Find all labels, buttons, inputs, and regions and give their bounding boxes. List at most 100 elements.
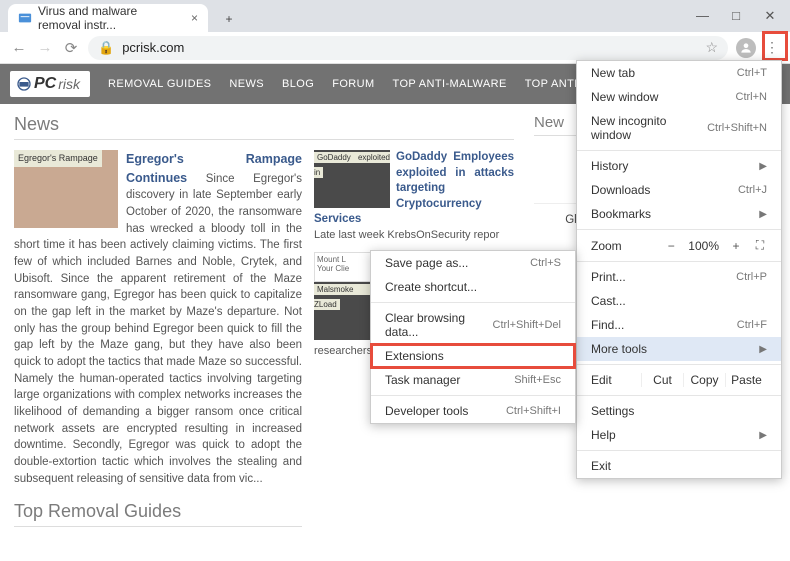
bookmarks-label: Bookmarks bbox=[591, 207, 651, 221]
nav-forum[interactable]: FORUM bbox=[332, 78, 374, 90]
article-thumb-2[interactable]: GoDaddy exploited in bbox=[314, 150, 390, 208]
news-heading: News bbox=[14, 114, 514, 140]
profile-avatar-button[interactable] bbox=[736, 38, 756, 58]
task-manager-label: Task manager bbox=[385, 373, 460, 387]
edit-label: Edit bbox=[591, 373, 641, 387]
settings-label: Settings bbox=[591, 404, 634, 418]
help-label: Help bbox=[591, 428, 616, 442]
logo-risk: risk bbox=[58, 76, 80, 92]
tab-close-icon[interactable]: × bbox=[191, 11, 198, 25]
zoom-out-button[interactable]: − bbox=[664, 239, 678, 253]
more-tools-label: More tools bbox=[591, 342, 647, 356]
site-logo[interactable]: PCrisk bbox=[10, 71, 90, 97]
menu-separator-3 bbox=[577, 261, 781, 262]
logo-pc: PC bbox=[34, 75, 56, 93]
new-tab-label: New tab bbox=[591, 66, 635, 80]
submenu-save-page[interactable]: Save page as... Ctrl+S bbox=[371, 251, 575, 275]
submenu-dev-tools[interactable]: Developer tools Ctrl+Shift+I bbox=[371, 399, 575, 423]
menu-separator-1 bbox=[577, 150, 781, 151]
clear-browsing-label: Clear browsing data... bbox=[385, 311, 493, 339]
article-2-body: Late last week KrebsOnSecurity repor bbox=[314, 229, 499, 241]
print-label: Print... bbox=[591, 270, 626, 284]
address-bar[interactable]: 🔒 pcrisk.com ☆ bbox=[88, 36, 728, 60]
history-label: History bbox=[591, 159, 628, 173]
new-window-label: New window bbox=[591, 90, 658, 104]
menu-history[interactable]: History ▶ bbox=[577, 154, 781, 178]
top-removal-heading: Top Removal Guides bbox=[14, 501, 302, 527]
window-maximize-button[interactable]: □ bbox=[730, 8, 742, 24]
secure-icon: 🔒 bbox=[98, 40, 114, 56]
window-close-button[interactable]: ✕ bbox=[764, 8, 776, 24]
submenu-clear-browsing[interactable]: Clear browsing data...Ctrl+Shift+Del bbox=[371, 306, 575, 344]
cast-label: Cast... bbox=[591, 294, 626, 308]
menu-zoom: Zoom − 100% + ⛶ bbox=[577, 233, 781, 258]
nav-removal-guides[interactable]: REMOVAL GUIDES bbox=[108, 78, 211, 90]
thumb-2-label: GoDaddy exploited in bbox=[314, 152, 390, 178]
dev-tools-label: Developer tools bbox=[385, 404, 468, 418]
nav-top-antimalware[interactable]: TOP ANTI-MALWARE bbox=[393, 78, 507, 90]
menu-separator-6 bbox=[577, 450, 781, 451]
menu-new-tab[interactable]: New tabCtrl+T bbox=[577, 61, 781, 85]
chrome-menu-button[interactable]: ⋮ bbox=[764, 39, 780, 56]
forward-button[interactable]: → bbox=[36, 39, 54, 56]
menu-downloads[interactable]: Downloads Ctrl+J bbox=[577, 178, 781, 202]
submenu-create-shortcut[interactable]: Create shortcut... bbox=[371, 275, 575, 299]
cut-button[interactable]: Cut bbox=[641, 373, 683, 387]
chevron-right-icon: ▶ bbox=[759, 344, 767, 355]
back-button[interactable]: ← bbox=[10, 39, 28, 56]
new-tab-button[interactable]: + bbox=[216, 6, 242, 32]
incognito-label: New incognito window bbox=[591, 114, 707, 142]
menu-help[interactable]: Help ▶ bbox=[577, 423, 781, 447]
menu-new-window[interactable]: New window Ctrl+N bbox=[577, 85, 781, 109]
menu-print[interactable]: Print... Ctrl+P bbox=[577, 265, 781, 289]
save-page-label: Save page as... bbox=[385, 256, 468, 270]
save-page-kbd: Ctrl+S bbox=[530, 257, 561, 269]
menu-exit[interactable]: Exit bbox=[577, 454, 781, 478]
print-kbd: Ctrl+P bbox=[736, 271, 767, 283]
create-shortcut-label: Create shortcut... bbox=[385, 280, 477, 294]
reload-button[interactable]: ⟳ bbox=[62, 39, 80, 57]
menu-settings[interactable]: Settings bbox=[577, 399, 781, 423]
tab-title: Virus and malware removal instr... bbox=[38, 4, 179, 32]
chevron-right-icon: ▶ bbox=[759, 209, 767, 220]
extensions-label: Extensions bbox=[385, 349, 444, 363]
menu-bookmarks[interactable]: Bookmarks ▶ bbox=[577, 202, 781, 226]
menu-edit-row: Edit Cut Copy Paste bbox=[577, 368, 781, 392]
chevron-right-icon: ▶ bbox=[759, 430, 767, 441]
menu-more-tools[interactable]: More tools ▶ bbox=[577, 337, 781, 361]
tab-favicon-icon bbox=[18, 11, 32, 25]
submenu-separator-1 bbox=[371, 302, 575, 303]
clear-browsing-kbd: Ctrl+Shift+Del bbox=[493, 319, 561, 331]
chevron-right-icon: ▶ bbox=[759, 161, 767, 172]
menu-separator-5 bbox=[577, 395, 781, 396]
star-icon[interactable]: ☆ bbox=[705, 39, 718, 56]
downloads-kbd: Ctrl+J bbox=[738, 184, 767, 196]
nav-blog[interactable]: BLOG bbox=[282, 78, 314, 90]
task-manager-kbd: Shift+Esc bbox=[514, 374, 561, 386]
nav-news[interactable]: NEWS bbox=[229, 78, 264, 90]
menu-find[interactable]: Find... Ctrl+F bbox=[577, 313, 781, 337]
new-window-kbd: Ctrl+N bbox=[736, 91, 767, 103]
more-tools-submenu: Save page as... Ctrl+S Create shortcut...… bbox=[370, 250, 576, 424]
menu-separator-4 bbox=[577, 364, 781, 365]
find-label: Find... bbox=[591, 318, 624, 332]
copy-button[interactable]: Copy bbox=[683, 373, 725, 387]
menu-cast[interactable]: Cast... bbox=[577, 289, 781, 313]
exit-label: Exit bbox=[591, 459, 611, 473]
dev-tools-kbd: Ctrl+Shift+I bbox=[506, 405, 561, 417]
submenu-extensions[interactable]: Extensions bbox=[371, 344, 575, 368]
zoom-in-button[interactable]: + bbox=[729, 239, 743, 253]
find-kbd: Ctrl+F bbox=[737, 319, 767, 331]
downloads-label: Downloads bbox=[591, 183, 650, 197]
submenu-task-manager[interactable]: Task manager Shift+Esc bbox=[371, 368, 575, 392]
window-minimize-button[interactable]: — bbox=[696, 8, 708, 24]
browser-tab[interactable]: Virus and malware removal instr... × bbox=[8, 4, 208, 32]
article-godaddy: GoDaddy exploited in GoDaddy Employees e… bbox=[314, 150, 514, 242]
menu-incognito[interactable]: New incognito windowCtrl+Shift+N bbox=[577, 109, 781, 147]
article-thumb-1[interactable]: Egregor's Rampage bbox=[14, 150, 118, 228]
zoom-value: 100% bbox=[688, 239, 719, 253]
paste-button[interactable]: Paste bbox=[725, 373, 767, 387]
zoom-label: Zoom bbox=[591, 239, 622, 253]
fullscreen-icon[interactable]: ⛶ bbox=[753, 238, 767, 253]
menu-separator-2 bbox=[577, 229, 781, 230]
